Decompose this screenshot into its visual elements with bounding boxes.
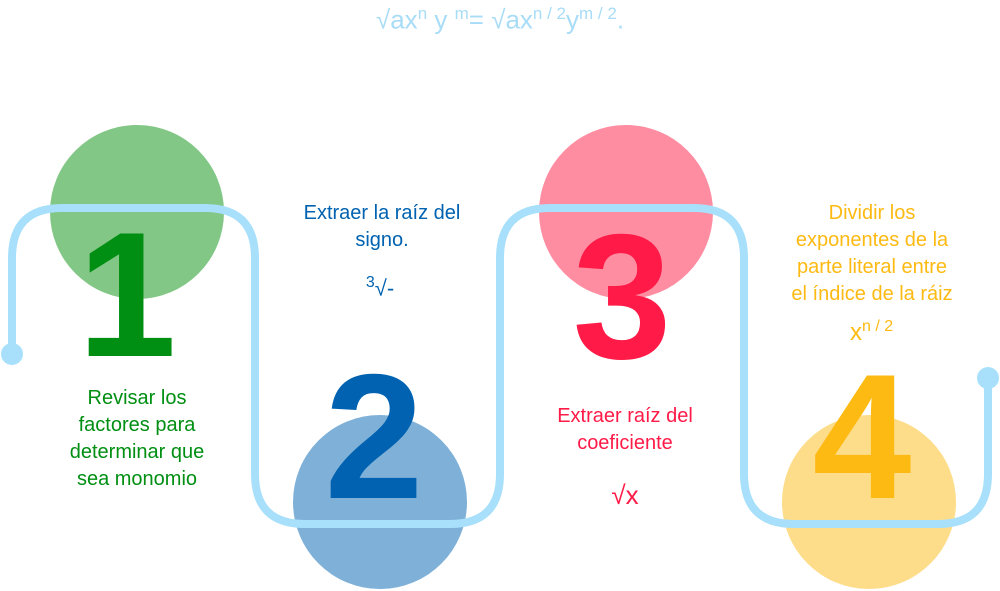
step-2-line: Extraer la raíz del xyxy=(303,202,461,224)
step-4-line: exponentes de la xyxy=(795,229,949,251)
formula-equals-root: = √ax xyxy=(468,4,533,35)
step-3-line: coeficiente xyxy=(577,432,673,454)
step-4-line: parte literal entre xyxy=(796,256,948,278)
step-2-number: 2 xyxy=(325,337,424,536)
formula-left-exponent-m: m xyxy=(454,4,469,23)
step-2-line: signo. xyxy=(355,229,409,251)
step-1-number: 1 xyxy=(78,195,177,394)
formula-left-exponent-n: n xyxy=(417,4,428,23)
step-4-line: el índice de la ráiz xyxy=(791,283,953,305)
formula-left-root: √ax xyxy=(375,4,418,35)
step-3-description: Extraer raíz del coeficiente xyxy=(515,403,735,457)
step-4-symbol-base: x xyxy=(850,319,862,346)
formula-right-y: y xyxy=(566,4,580,35)
step-3-number: 3 xyxy=(573,197,672,396)
path-start-dot xyxy=(1,343,23,365)
step-2-root-sign: √- xyxy=(374,275,395,301)
step-3-line: Extraer raíz del xyxy=(557,405,693,427)
step-3-symbol: √x xyxy=(611,480,639,510)
step-2-description: Extraer la raíz del signo. xyxy=(272,200,492,254)
step-1-line: determinar que xyxy=(69,441,205,463)
step-2-symbol: 3√- xyxy=(340,274,420,301)
step-1-line: factores para xyxy=(78,414,196,436)
formula-left-y: y xyxy=(427,4,455,35)
step-4-line: Dividir los xyxy=(828,202,916,224)
step-4-description: Dividir los exponentes de la parte liter… xyxy=(757,200,987,308)
formula-right-exponent-x: n / 2 xyxy=(532,4,567,23)
step-1-description: Revisar los factores para determinar que… xyxy=(32,385,242,493)
step-2-root-index: 3 xyxy=(365,274,375,291)
formula-end: . xyxy=(616,4,625,35)
step-4-number: 4 xyxy=(813,337,912,536)
step-4-symbol-exponent: n / 2 xyxy=(862,318,894,335)
path-end-dot xyxy=(977,367,999,389)
formula-header: √axn y m= √axn / 2ym / 2. xyxy=(0,4,1000,36)
formula-right-exponent-y: m / 2 xyxy=(579,4,617,23)
step-4-symbol: xn / 2 xyxy=(850,318,940,347)
step-1-line: Revisar los xyxy=(87,387,187,409)
step-1-line: sea monomio xyxy=(76,468,198,490)
